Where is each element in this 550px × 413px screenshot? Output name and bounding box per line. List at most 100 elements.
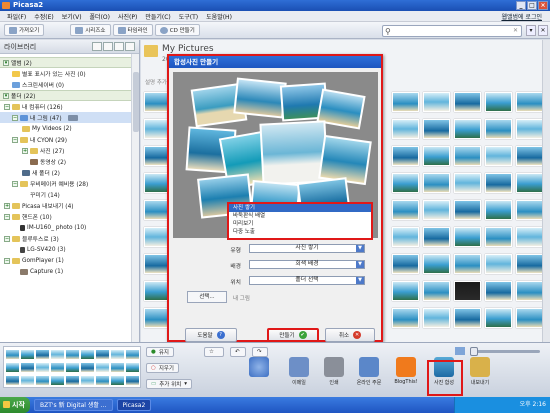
tray-thumbnail[interactable] <box>36 363 49 372</box>
folder-description[interactable]: 설명 추가 <box>145 78 167 86</box>
tree-group-albums[interactable]: ▾ 앨범 (2) <box>0 57 139 68</box>
collage-type-dropdown-list[interactable]: 사진 쌓기 바둑판식 배열 미리보기 다중 노출 <box>227 202 373 240</box>
photo-thumbnail[interactable] <box>454 281 481 301</box>
tray-thumbnail[interactable] <box>81 376 94 385</box>
tray-thumbnail[interactable] <box>126 350 139 359</box>
photo-thumbnail[interactable] <box>516 227 543 247</box>
photo-thumbnail[interactable] <box>423 227 450 247</box>
menu-picture[interactable]: 사진(P) <box>114 12 141 21</box>
photo-thumbnail[interactable] <box>516 173 543 193</box>
tree-item-my-videos[interactable]: My Videos (2) <box>0 123 139 134</box>
search-options-button[interactable]: ▾ <box>526 25 536 36</box>
web-album-signin-link[interactable]: 웹앨범에 로그인 <box>497 12 546 21</box>
tree-item-bluetooth[interactable]: − 블루투스로 (3) <box>0 233 139 244</box>
photo-thumbnail[interactable] <box>423 281 450 301</box>
tray-thumbnail[interactable] <box>126 376 139 385</box>
task-browser[interactable]: BZT's 新 Digital 생활 ... <box>34 399 113 411</box>
photo-thumbnail[interactable] <box>454 173 481 193</box>
tree-item-im-u160[interactable]: IM-U160_ photo (10) <box>0 222 139 233</box>
photo-thumbnail[interactable] <box>423 254 450 274</box>
dropdown-option-stack[interactable]: 사진 쌓기 <box>229 204 371 212</box>
tree-view-button[interactable] <box>114 42 124 51</box>
tray-thumbnail[interactable] <box>81 350 94 359</box>
photo-thumbnail[interactable] <box>516 308 543 328</box>
tray-thumbnail[interactable] <box>111 350 124 359</box>
help-button[interactable]: 도움말? <box>185 328 237 342</box>
tree-item-cyon[interactable]: − 내 CYON (29) <box>0 134 139 145</box>
dropdown-option-preview[interactable]: 미리보기 <box>229 220 371 228</box>
search-input[interactable]: ⚲ ✕ <box>382 25 522 37</box>
photo-thumbnail[interactable] <box>516 119 543 139</box>
menu-create[interactable]: 만들기(C) <box>141 12 174 21</box>
choose-folder-button[interactable]: 선택... <box>187 291 227 303</box>
tree-item-moviemaker[interactable]: − 무비메이커 예비용 (28) <box>0 178 139 189</box>
photo-thumbnail[interactable] <box>516 146 543 166</box>
photo-thumbnail[interactable] <box>423 146 450 166</box>
tray-thumbnail[interactable] <box>96 376 109 385</box>
tree-item-new-folder[interactable]: 새 폴더 (2) <box>0 167 139 178</box>
add-folder-button[interactable] <box>92 42 102 51</box>
photo-thumbnail[interactable] <box>485 227 512 247</box>
photo-thumbnail[interactable] <box>516 254 543 274</box>
blogthis-button[interactable]: BlogThis! <box>392 357 420 395</box>
photo-thumbnail[interactable] <box>516 281 543 301</box>
import-button[interactable]: 가져오기 <box>4 24 45 36</box>
tree-item-my-computer[interactable]: − 내 컴퓨터 (126) <box>0 101 139 112</box>
photo-thumbnail[interactable] <box>485 254 512 274</box>
menu-view[interactable]: 보기(V) <box>58 12 86 21</box>
menu-folder[interactable]: 폴더(O) <box>86 12 114 21</box>
photo-thumbnail[interactable] <box>485 92 512 112</box>
photo-thumbnail[interactable] <box>485 173 512 193</box>
list-view-button[interactable] <box>103 42 113 51</box>
photo-thumbnail[interactable] <box>454 92 481 112</box>
menu-edit[interactable]: 수정(E) <box>30 12 58 21</box>
photo-thumbnail[interactable] <box>392 173 419 193</box>
main-scrollbar[interactable] <box>542 40 550 342</box>
minimize-button[interactable]: _ <box>516 1 526 10</box>
tray-thumbnail[interactable] <box>21 350 34 359</box>
menu-help[interactable]: 도움말(H) <box>202 12 236 21</box>
background-select[interactable]: 회색 배경 ▼ <box>249 260 365 269</box>
search-close-button[interactable]: ✕ <box>538 25 548 36</box>
photo-thumbnail[interactable] <box>454 119 481 139</box>
tray-thumbnail[interactable] <box>66 376 79 385</box>
photo-thumbnail[interactable] <box>423 92 450 112</box>
photo-thumbnail[interactable] <box>392 200 419 220</box>
tray-thumbnail[interactable] <box>66 363 79 372</box>
photo-thumbnail[interactable] <box>423 200 450 220</box>
photo-thumbnail[interactable] <box>485 119 512 139</box>
timeline-button[interactable]: 타임라인 <box>112 24 153 36</box>
photo-thumbnail[interactable] <box>454 308 481 328</box>
tray-thumbnail[interactable] <box>96 350 109 359</box>
zoom-slider-handle[interactable] <box>470 347 478 356</box>
tray-thumbnail[interactable] <box>36 376 49 385</box>
create-button[interactable]: 만들기 ✔ <box>267 328 319 342</box>
tray-thumbnail[interactable] <box>96 363 109 372</box>
menu-file[interactable]: 파일(F) <box>3 12 30 21</box>
tree-item-phone[interactable]: − 핸드폰 (10) <box>0 211 139 222</box>
star-button[interactable]: ☆ <box>204 347 224 357</box>
photo-thumbnail[interactable] <box>454 227 481 247</box>
close-button[interactable]: × <box>538 1 548 10</box>
tree-group-folders[interactable]: ▾ 폴더 (22) <box>0 90 139 101</box>
tree-item-decorate[interactable]: 꾸미기 (14) <box>0 189 139 200</box>
photo-thumbnail[interactable] <box>423 119 450 139</box>
hold-button[interactable]: ● 유지 <box>146 347 174 357</box>
clear-search-icon[interactable]: ✕ <box>513 27 518 34</box>
photo-thumbnail[interactable] <box>392 92 419 112</box>
photo-thumbnail[interactable] <box>392 281 419 301</box>
tray-thumbnail[interactable] <box>111 363 124 372</box>
zoom-slider[interactable] <box>470 347 540 356</box>
menu-tools[interactable]: 도구(T) <box>175 12 202 21</box>
tray-thumbnail[interactable] <box>51 363 64 372</box>
tree-item-capture[interactable]: Capture (1) <box>0 266 139 277</box>
export-button[interactable]: 내보내기 <box>466 357 494 395</box>
add-to-button[interactable]: ▭ 추가 위치 ▾ <box>146 379 192 389</box>
tray-thumbnail[interactable] <box>126 363 139 372</box>
tray-thumbnail[interactable] <box>111 376 124 385</box>
sidebar-options-button[interactable] <box>125 42 135 51</box>
tray-thumbnail[interactable] <box>66 350 79 359</box>
photo-thumbnail[interactable] <box>485 281 512 301</box>
tree-item-screensaver[interactable]: 스크린세이버 (0) <box>0 79 139 90</box>
clear-button[interactable]: ○ 지우기 <box>146 363 179 373</box>
